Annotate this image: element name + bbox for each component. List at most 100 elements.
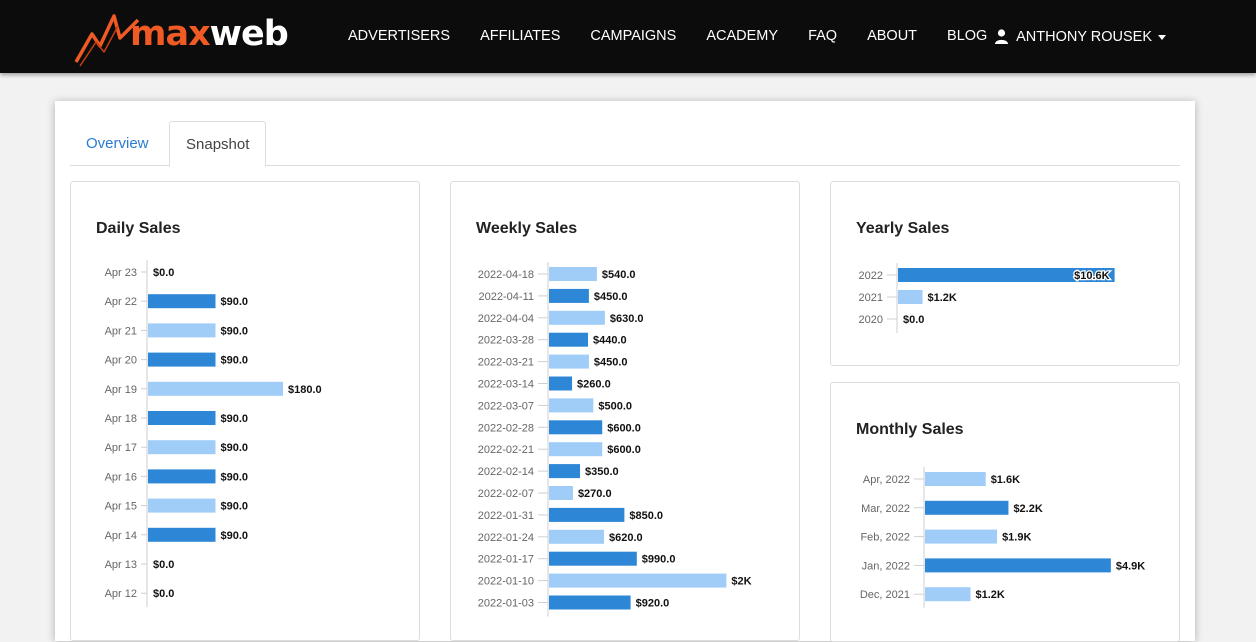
data-label: $0.0 <box>903 314 924 326</box>
bar <box>925 587 971 602</box>
bar <box>148 440 216 455</box>
monthly-sales-panel: Monthly Sales Apr, 2022 $1.6K Mar, 2022 $2.… <box>830 382 1180 642</box>
bar <box>148 469 216 484</box>
data-label: $350.0 <box>585 466 619 478</box>
data-label: $990.0 <box>642 554 676 566</box>
user-menu-dropdown[interactable]: ANTHONY ROUSEK <box>995 0 1166 73</box>
bar <box>549 376 573 391</box>
data-label: $1.9K <box>1002 532 1031 544</box>
data-label: $0.0 <box>153 559 174 571</box>
bar <box>549 573 727 588</box>
tick-label: 2022-03-14 <box>478 379 534 391</box>
main-nav: ADVERTISERS AFFILIATES CAMPAIGNS ACADEMY… <box>333 0 1002 73</box>
daily-sales-chart: Apr 23 $0.0 Apr 22 $90.0 Apr 21 $90.0 Apr 20 $9… <box>105 260 322 608</box>
nav-academy[interactable]: ACADEMY <box>691 0 793 73</box>
data-label: $4.9K <box>1116 560 1145 572</box>
data-label: $180.0 <box>288 384 322 396</box>
tick-label: Apr 23 <box>105 267 137 279</box>
yearly-sales-chart: 2022 $10.6K 2021 $1.2K 2020 $0.0 <box>859 263 1115 333</box>
logo-wordmark: maxweb <box>130 14 289 54</box>
data-label: $90.0 <box>221 501 249 513</box>
data-label: $450.0 <box>594 357 628 369</box>
bar <box>898 290 923 304</box>
data-label: $90.0 <box>221 530 249 542</box>
tick-label: Mar, 2022 <box>861 503 910 515</box>
tick-label: 2022-01-31 <box>478 510 534 522</box>
tick-label: Apr 17 <box>105 442 137 454</box>
bar <box>549 529 604 544</box>
bar <box>925 529 998 544</box>
tick-label: 2022-04-11 <box>479 291 534 303</box>
tick-label: Apr 22 <box>105 296 137 308</box>
daily-sales-panel: Daily Sales Apr 23 $0.0 Apr 22 $90.0 Apr 21 $… <box>70 181 420 641</box>
data-label: $630.0 <box>610 313 644 325</box>
weekly-sales-chart: 2022-04-18 $540.0 2022-04-11 $450.0 2022-04-… <box>478 262 752 617</box>
nav-campaigns[interactable]: CAMPAIGNS <box>575 0 691 73</box>
bar <box>549 354 589 369</box>
tick-label: 2022 <box>859 270 883 282</box>
tick-label: Apr 20 <box>105 355 137 367</box>
tick-label: Dec, 2021 <box>860 589 910 601</box>
bar <box>549 310 605 325</box>
data-label: $440.0 <box>593 335 627 347</box>
bar <box>549 507 625 522</box>
data-label: $1.2K <box>928 292 957 304</box>
maxweb-logo[interactable]: maxweb <box>74 4 294 68</box>
top-navbar: maxweb ADVERTISERS AFFILIATES CAMPAIGNS … <box>0 0 1256 73</box>
tick-label: Apr 12 <box>105 588 137 600</box>
bar <box>549 288 589 303</box>
data-label: $540.0 <box>602 269 636 281</box>
tick-label: 2022-04-18 <box>478 269 534 281</box>
tick-label: 2022-02-28 <box>478 422 534 434</box>
bar <box>148 381 283 396</box>
tick-label: 2022-02-07 <box>478 488 534 500</box>
bar <box>148 527 216 542</box>
bar <box>549 442 603 457</box>
data-label: $1.6K <box>991 474 1020 486</box>
monthly-sales-chart: Apr, 2022 $1.6K Mar, 2022 $2.2K Feb, 2022 $1.… <box>860 467 1145 609</box>
nav-faq[interactable]: FAQ <box>793 0 852 73</box>
tick-label: Apr 19 <box>105 384 137 396</box>
tick-label: Apr 18 <box>105 413 137 425</box>
tick-label: Apr 13 <box>105 559 137 571</box>
data-label: $90.0 <box>221 296 249 308</box>
tab-snapshot[interactable]: Snapshot <box>169 121 267 167</box>
bar <box>549 332 589 347</box>
tab-overview[interactable]: Overview <box>70 121 165 166</box>
data-label: $600.0 <box>607 422 641 434</box>
tick-label: 2022-03-21 <box>478 357 534 369</box>
bar <box>549 464 581 479</box>
tick-label: 2022-01-10 <box>478 576 534 588</box>
data-label: $0.0 <box>153 267 174 279</box>
bar <box>549 267 597 281</box>
tick-label: Apr, 2022 <box>863 474 910 486</box>
tick-label: Apr 15 <box>105 501 137 513</box>
bar <box>549 486 573 500</box>
tick-label: 2022-03-28 <box>478 335 534 347</box>
bar <box>148 498 216 513</box>
dashboard-card: Overview Snapshot Daily Sales Apr 23 $0.0… <box>55 101 1195 642</box>
nav-affiliates[interactable]: AFFILIATES <box>465 0 575 73</box>
bar <box>549 595 631 610</box>
nav-about[interactable]: ABOUT <box>852 0 932 73</box>
tick-label: Apr 21 <box>105 325 137 337</box>
bar <box>549 420 603 435</box>
data-label: $270.0 <box>578 488 612 500</box>
bar <box>925 500 1009 515</box>
data-label: $2K <box>731 576 751 588</box>
bar <box>148 352 216 367</box>
bar <box>148 411 216 425</box>
tick-label: Apr 14 <box>105 530 137 542</box>
bar <box>549 551 637 566</box>
data-label: $600.0 <box>607 444 641 456</box>
data-label: $10.6K <box>1074 270 1110 282</box>
tick-label: 2022-04-04 <box>478 313 534 325</box>
nav-advertisers[interactable]: ADVERTISERS <box>333 0 465 73</box>
nav-blog[interactable]: BLOG <box>932 0 1002 73</box>
data-label: $90.0 <box>221 413 249 425</box>
data-label: $90.0 <box>221 355 249 367</box>
tick-label: 2022-02-21 <box>478 444 534 456</box>
tick-label: 2022-03-07 <box>478 400 534 412</box>
bar <box>925 472 986 486</box>
tick-label: 2022-01-03 <box>478 598 534 610</box>
